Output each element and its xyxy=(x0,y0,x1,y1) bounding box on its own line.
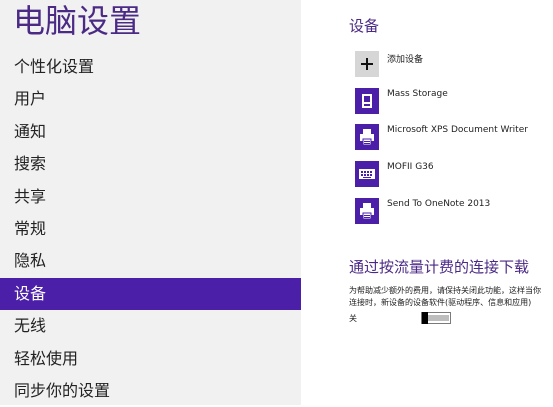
nav-item-users[interactable]: 用户 xyxy=(0,83,301,115)
devices-section-title: 设备 xyxy=(349,17,380,35)
keyboard-icon xyxy=(355,161,379,187)
toggle-thumb[interactable] xyxy=(422,312,428,324)
nav-item-devices[interactable]: 设备 xyxy=(0,277,301,311)
printer-icon xyxy=(355,198,379,224)
app-title: 电脑设置 xyxy=(13,2,142,40)
device-item-xps-writer[interactable]: Microsoft XPS Document Writer xyxy=(355,124,553,150)
nav-pane: 电脑设置 个性化设置 用户 通知 搜索 共享 常规 隐私 设备 无线 轻松使用 … xyxy=(0,0,301,405)
metered-toggle-state-label: 关 xyxy=(349,314,357,323)
nav-item-privacy[interactable]: 隐私 xyxy=(0,245,301,277)
add-device-label: 添加设备 xyxy=(387,55,424,65)
device-item-mass-storage[interactable]: Mass Storage xyxy=(355,88,553,114)
nav-item-general[interactable]: 常规 xyxy=(0,213,301,245)
device-item-send-to-onenote[interactable]: Send To OneNote 2013 xyxy=(355,198,553,224)
storage-icon xyxy=(355,88,379,114)
nav-item-wireless[interactable]: 无线 xyxy=(0,310,301,342)
nav-item-search[interactable]: 搜索 xyxy=(0,148,301,180)
device-label: MOFII G36 xyxy=(387,162,434,172)
metered-description-line: 连接时，新设备的设备软件(驱动程序、信息和应用) xyxy=(349,298,532,307)
content-pane: 设备 添加设备 Mass Storage Microsoft XPS Docum… xyxy=(301,0,553,405)
nav-item-share[interactable]: 共享 xyxy=(0,181,301,213)
device-label: Microsoft XPS Document Writer xyxy=(387,125,528,135)
metered-description: 为帮助减少额外的费用，请保持关闭此功能，这样当你 连接时，新设备的设备软件(驱动… xyxy=(349,285,553,309)
nav-item-ease-of-access[interactable]: 轻松使用 xyxy=(0,343,301,375)
printer-icon xyxy=(355,124,379,150)
device-item-mofii-g36[interactable]: MOFII G36 xyxy=(355,161,553,187)
plus-icon xyxy=(355,51,379,77)
nav-list: 个性化设置 用户 通知 搜索 共享 常规 隐私 设备 无线 轻松使用 同步你的设… xyxy=(0,51,301,407)
device-label: Mass Storage xyxy=(387,89,448,99)
nav-item-personalize[interactable]: 个性化设置 xyxy=(0,51,301,83)
add-device-button[interactable]: 添加设备 xyxy=(355,51,553,77)
metered-section-title: 通过按流量计费的连接下载 xyxy=(349,258,530,276)
metered-download-toggle[interactable] xyxy=(421,312,451,324)
toggle-track xyxy=(427,315,449,321)
metered-description-line: 为帮助减少额外的费用，请保持关闭此功能，这样当你 xyxy=(349,286,541,295)
nav-item-notifications[interactable]: 通知 xyxy=(0,116,301,148)
device-label: Send To OneNote 2013 xyxy=(387,199,491,209)
nav-item-sync-settings[interactable]: 同步你的设置 xyxy=(0,375,301,407)
